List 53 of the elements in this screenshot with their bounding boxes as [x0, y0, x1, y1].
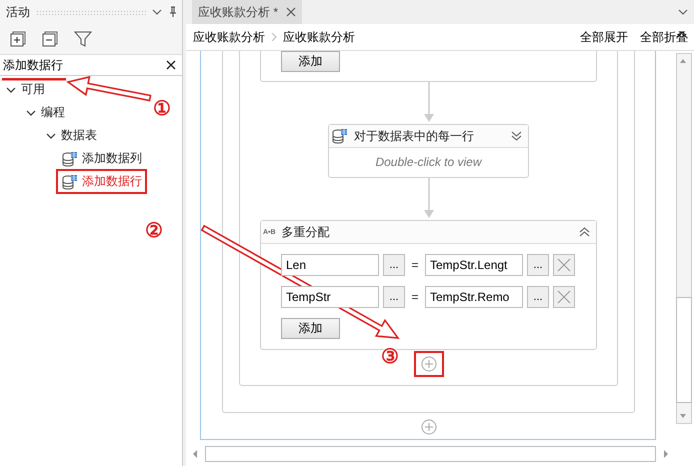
add-activity-button[interactable]: [414, 351, 444, 377]
cross-icon: [557, 290, 571, 304]
add-button[interactable]: 添加: [281, 318, 340, 339]
browse-button[interactable]: ...: [383, 254, 405, 276]
clear-search-button[interactable]: [166, 60, 176, 70]
target-field[interactable]: Len: [281, 254, 379, 276]
pin-icon: [168, 6, 178, 18]
database-icon: [61, 150, 78, 166]
step-number: ②: [145, 220, 163, 242]
value-field[interactable]: TempStr.Remo: [425, 286, 523, 308]
plus-icon: [420, 356, 436, 372]
collapse-icon[interactable]: [579, 227, 590, 237]
tree-item[interactable]: 编程: [41, 104, 65, 121]
document-tab[interactable]: 应收账款分析 *: [192, 0, 302, 24]
dropdown-icon: [152, 8, 162, 16]
activity-title: 多重分配: [282, 224, 331, 240]
vertical-scrollbar[interactable]: [676, 53, 692, 424]
expand-icon[interactable]: [511, 131, 522, 141]
tree-item[interactable]: 可用: [21, 81, 45, 98]
activity-hint: Double-click to view: [374, 154, 483, 171]
plus-icon: [420, 419, 436, 435]
activity-title: 对于数据表中的每一行: [354, 128, 475, 144]
tree-item[interactable]: 添加数据列: [82, 150, 142, 167]
browse-button[interactable]: ...: [527, 286, 549, 308]
tree-item[interactable]: 数据表: [61, 127, 97, 144]
database-icon: [61, 174, 78, 190]
equals-sign: =: [410, 290, 420, 304]
collapse-all-icon[interactable]: [42, 31, 58, 47]
annotation-underline: [2, 78, 66, 80]
equals-sign: =: [410, 258, 420, 272]
chevron-icon[interactable]: [46, 132, 56, 140]
browse-button[interactable]: ...: [383, 286, 405, 308]
breadcrumb-separator-icon: [271, 33, 277, 41]
dropdown-icon[interactable]: [678, 8, 688, 16]
panel-title: 活动: [6, 4, 30, 20]
cross-icon: [557, 258, 571, 272]
step-number: ③: [381, 346, 399, 368]
expand-all-button[interactable]: 全部展开: [580, 28, 628, 46]
value-field[interactable]: TempStr.Lengt: [425, 254, 523, 276]
step-number: ①: [153, 98, 171, 120]
tree-item[interactable]: 添加数据行: [82, 173, 142, 190]
breadcrumb-link[interactable]: 应收账款分析: [283, 28, 355, 46]
collapse-all-button[interactable]: 全部折叠: [640, 28, 688, 46]
target-field[interactable]: TempStr: [281, 286, 379, 308]
chevron-icon[interactable]: [6, 86, 16, 94]
add-button[interactable]: 添加: [281, 51, 340, 72]
chevron-icon[interactable]: [26, 108, 36, 116]
expand-all-icon[interactable]: [10, 31, 26, 47]
search-field[interactable]: 添加数据行: [3, 58, 166, 72]
breadcrumb-link[interactable]: 应收账款分析: [193, 28, 265, 46]
browse-button[interactable]: ...: [527, 254, 549, 276]
close-icon: [286, 7, 296, 17]
filter-icon[interactable]: [74, 31, 92, 47]
